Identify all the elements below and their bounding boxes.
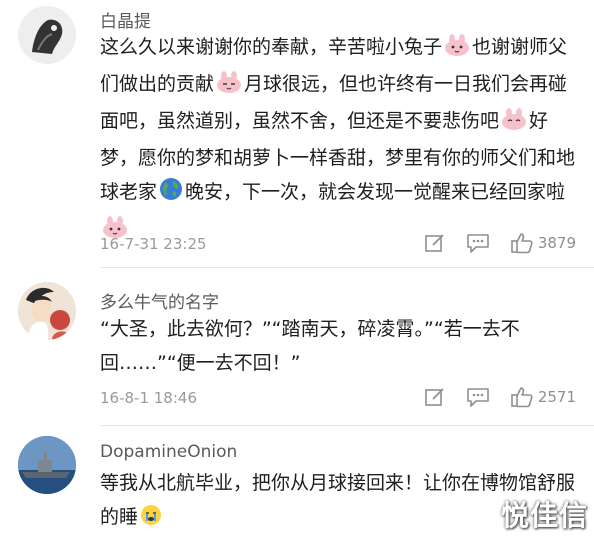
like-button[interactable]: 2571 xyxy=(510,386,576,408)
comment-icon xyxy=(467,388,489,407)
comment-text: “大圣，此去欲何？”“踏南天，碎凌霄。”“若一去不回……”“便一去不回！” xyxy=(100,318,520,374)
watermark-logo: 悦佳信 xyxy=(500,499,588,532)
comment-text: 这么久以来谢谢你的奉献，辛苦啦小兔子 也谢谢师父们做出的贡献 月球很远，但也许终有一… xyxy=(100,30,586,249)
like-count: 2571 xyxy=(537,388,576,406)
edit-button[interactable] xyxy=(424,386,446,408)
crying-emoji-icon xyxy=(140,503,162,536)
reply-button[interactable] xyxy=(466,232,490,254)
like-button[interactable]: 3879 xyxy=(510,232,576,254)
reply-button[interactable] xyxy=(466,386,490,408)
username[interactable]: DopamineOnion xyxy=(100,442,237,462)
avatar[interactable] xyxy=(18,282,76,340)
like-count: 3879 xyxy=(537,234,576,252)
earth-emoji-icon xyxy=(159,177,183,212)
edit-icon xyxy=(425,234,444,252)
username[interactable]: 白晶提 xyxy=(100,7,151,32)
avatar[interactable] xyxy=(18,6,76,64)
comment-icon xyxy=(467,234,489,253)
comment-actions: 3879 xyxy=(404,232,576,254)
thumbs-up-icon xyxy=(511,387,533,408)
comment-text-part: 这么久以来谢谢你的奉献，辛苦啦小兔子 xyxy=(100,36,443,58)
comment-actions: 2571 xyxy=(404,386,576,408)
comment-item: 多么牛气的名字 “大圣，此去欲何？”“踏南天，碎凌霄。”“若一去不回……”“便一… xyxy=(0,268,594,426)
username[interactable]: 多么牛气的名字 xyxy=(100,288,219,313)
edit-button[interactable] xyxy=(424,232,446,254)
timestamp: 16-8-1 18:46 xyxy=(100,389,197,407)
avatar[interactable] xyxy=(18,436,76,494)
timestamp: 16-7-31 23:25 xyxy=(100,235,207,253)
comment-item: 白晶提 这么久以来谢谢你的奉献，辛苦啦小兔子 也谢谢师父们做出的贡献 月球很远，但也… xyxy=(0,0,594,268)
rabbit-emoji-icon xyxy=(444,33,470,67)
comment-text-part: 晚安，下一次，就会发现一觉醒来已经回家啦 xyxy=(185,181,566,203)
rabbit-emoji-icon xyxy=(216,70,242,104)
rabbit-emoji-icon xyxy=(501,107,527,141)
edit-icon xyxy=(425,388,444,406)
thumbs-up-icon xyxy=(511,233,533,254)
